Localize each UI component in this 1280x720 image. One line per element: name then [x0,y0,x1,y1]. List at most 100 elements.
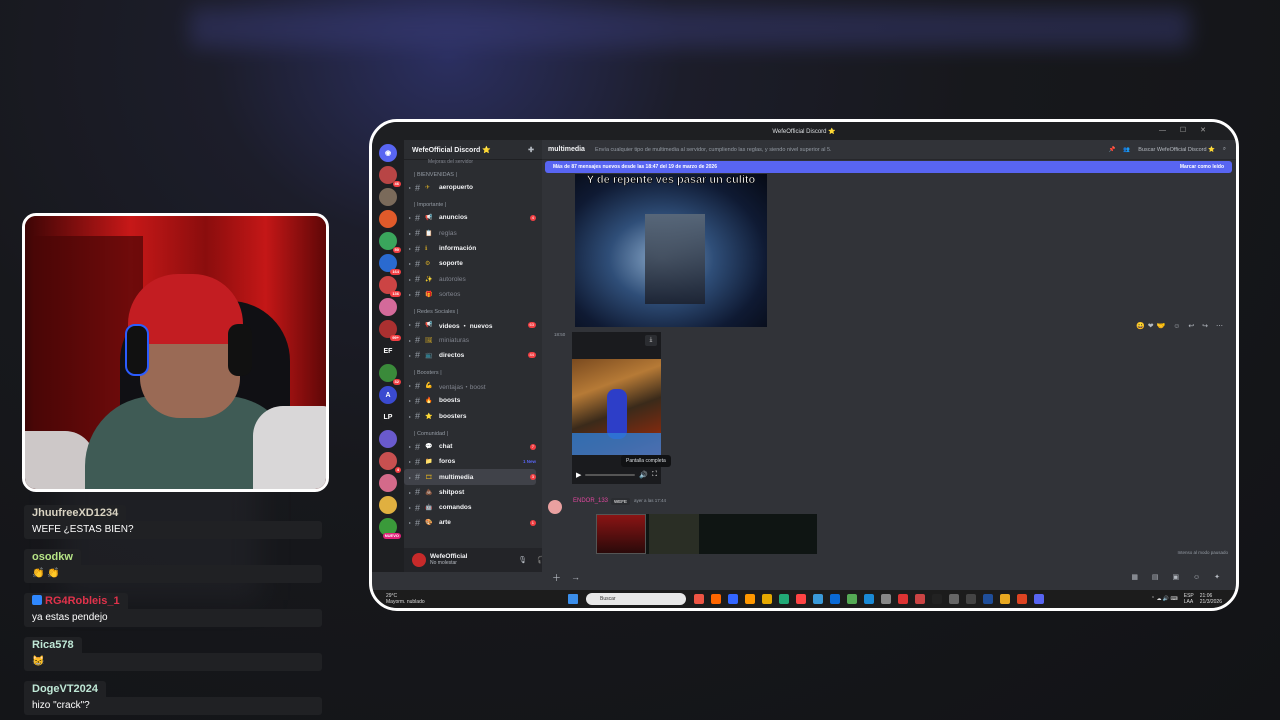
channel-item[interactable]: ▸ # 🔥 boosts [404,393,536,408]
search-icon[interactable]: ⌕ [1223,146,1226,153]
server-icon[interactable]: 99+ [379,320,401,341]
gif-attachment[interactable]: Y de repente ves pasar un culito [575,174,767,327]
app-icon[interactable] [711,594,721,604]
message-composer[interactable]: ＋ → ▦ ▤ ▣ ☺ ✦ [542,564,1236,590]
channel-item[interactable]: ▸ # ℹ información [404,241,536,256]
message-actions-icon[interactable]: 😀❤🤝 ☺ ↩ ↪ ⋯ [1136,322,1226,330]
channel-category[interactable]: | BIENVENIDAS | [404,165,542,180]
windows-start-icon[interactable] [568,594,578,604]
composer-tools-icon[interactable]: ▦ ▤ ▣ ☺ ✦ [1131,573,1226,581]
app-icon[interactable] [847,594,857,604]
avatar[interactable] [548,500,562,514]
channel-item[interactable]: ▸ # ✈ aeropuerto [404,180,536,195]
server-icon[interactable] [379,474,397,492]
app-icon[interactable] [949,594,959,604]
taskbar-search[interactable]: Buscar [586,593,686,605]
channel-item[interactable]: ▸ # 🎞 multimedia 3 [404,469,536,485]
play-icon[interactable]: ▶ [576,471,581,479]
chat-username[interactable]: RG4Robleis_1 [24,593,128,609]
image-attachments[interactable] [596,514,817,554]
discord-home-icon[interactable]: ◉ [379,144,397,162]
image-thumb[interactable] [649,514,699,554]
fullscreen-icon[interactable]: ⛶ [652,471,657,479]
arrow-icon[interactable]: → [571,572,580,582]
channel-item[interactable]: ▸ # 📁 foros 1 New [404,454,536,469]
avatar[interactable] [412,553,426,567]
app-icon[interactable] [983,594,993,604]
channel-item[interactable]: ▸ # 💩 shitpost [404,485,536,500]
app-icon[interactable] [830,594,840,604]
channel-item[interactable]: ▸ # 📺 directos 44 [404,348,536,363]
chat-username[interactable]: DogeVT2024 [24,681,107,697]
app-icon[interactable] [694,594,704,604]
server-icon[interactable]: LP [379,408,397,426]
server-icon[interactable]: 164 [379,254,401,275]
channel-category[interactable]: | Importante | [404,195,542,210]
language-indicator[interactable]: ESP LAA [1184,593,1194,605]
app-icon[interactable] [1017,594,1027,604]
chrome-icon[interactable] [1000,594,1010,604]
chat-username[interactable]: Rica578 [24,637,82,653]
server-icon[interactable] [379,430,397,448]
channel-item[interactable]: ▸ # 📢 anuncios 4 [404,210,536,225]
channel-item[interactable]: ▸ # ✨ autoroles [404,271,536,286]
app-icon[interactable] [881,594,891,604]
server-icon[interactable]: 4 [379,452,401,473]
server-icon[interactable]: 50 [379,232,401,253]
app-icon[interactable] [932,594,942,604]
weather-widget[interactable]: 29°C Mayorm. nublado [372,593,425,605]
channel-item[interactable]: ▸ # 💪 ventajas・boost [404,378,536,393]
window-controls[interactable]: — ☐ ✕ [1159,126,1212,134]
server-icon[interactable] [379,210,397,228]
add-attachment-icon[interactable]: ＋ [552,571,561,584]
channel-category[interactable]: | Comunidad | [404,424,542,439]
channel-item[interactable]: ▸ # ⭐ boosters [404,409,536,424]
app-icon[interactable] [898,594,908,604]
app-icon[interactable] [796,594,806,604]
members-icon[interactable]: 👥 [1123,147,1130,153]
add-member-icon[interactable]: ✚ [528,146,534,154]
channel-item[interactable]: ▸ # 📋 reglas [404,226,536,241]
app-icon[interactable] [728,594,738,604]
app-icon[interactable] [864,594,874,604]
channel-item[interactable]: ▸ # 🤖 comandos [404,500,536,515]
video-progress[interactable] [585,474,636,476]
discord-app-icon[interactable] [1034,594,1044,604]
server-icon[interactable]: A [379,386,397,404]
channel-item[interactable]: ▸ # ⚙ soporte [404,256,536,271]
server-header[interactable]: WefeOfficial Discord ⭐ ✚ [404,140,542,160]
channel-item[interactable]: ▸ # 🖼 miniaturas [404,332,536,347]
pin-icon[interactable]: 📌 [1109,147,1116,153]
server-icon[interactable] [379,298,397,316]
channel-category[interactable]: | Boosters | [404,363,542,378]
channel-item[interactable]: ▸ # 🎨 arte 1 [404,515,536,530]
channel-item[interactable]: ▸ # 💬 chat 7 [404,439,536,454]
download-icon[interactable]: ⤓ [645,335,657,346]
message-author[interactable]: ENDOR_133 [573,498,608,504]
server-icon[interactable]: 32 [379,364,401,385]
app-icon[interactable] [779,594,789,604]
mark-read-button[interactable]: Marcar como leído [1180,164,1224,170]
tray-icons[interactable]: ⌃ ☁ 🔊 ⌨ [1151,596,1178,602]
channel-item[interactable]: ▸ # 📢 videos ・ nuevos 63 [404,317,536,332]
channel-item[interactable]: ▸ # 🎁 sorteos [404,287,536,302]
chat-username[interactable]: JhuufreeXD1234 [24,505,127,521]
server-icon[interactable]: 136 [379,276,401,297]
server-icon[interactable]: 46 [379,166,401,187]
server-icon[interactable] [379,496,397,514]
chat-username[interactable]: osodkw [24,549,81,565]
clock[interactable]: 21:06 21/3/2026 [1200,593,1222,605]
app-icon[interactable] [915,594,925,604]
app-icon[interactable] [745,594,755,604]
channel-category[interactable]: | Redes Sociales | [404,302,542,317]
app-icon[interactable] [966,594,976,604]
server-icon[interactable] [379,188,397,206]
edge-icon[interactable] [813,594,823,604]
server-icon[interactable]: NUEVO [379,518,401,539]
new-messages-banner[interactable]: Más de 87 mensajes nuevos desde las 18:4… [545,161,1232,173]
search-input[interactable]: Buscar WefeOfficial Discord ⭐ [1138,147,1215,153]
folder-icon[interactable] [762,594,772,604]
image-thumb[interactable] [596,514,646,554]
server-icon[interactable]: EF [379,342,397,360]
volume-icon[interactable]: 🔊 [639,471,648,479]
